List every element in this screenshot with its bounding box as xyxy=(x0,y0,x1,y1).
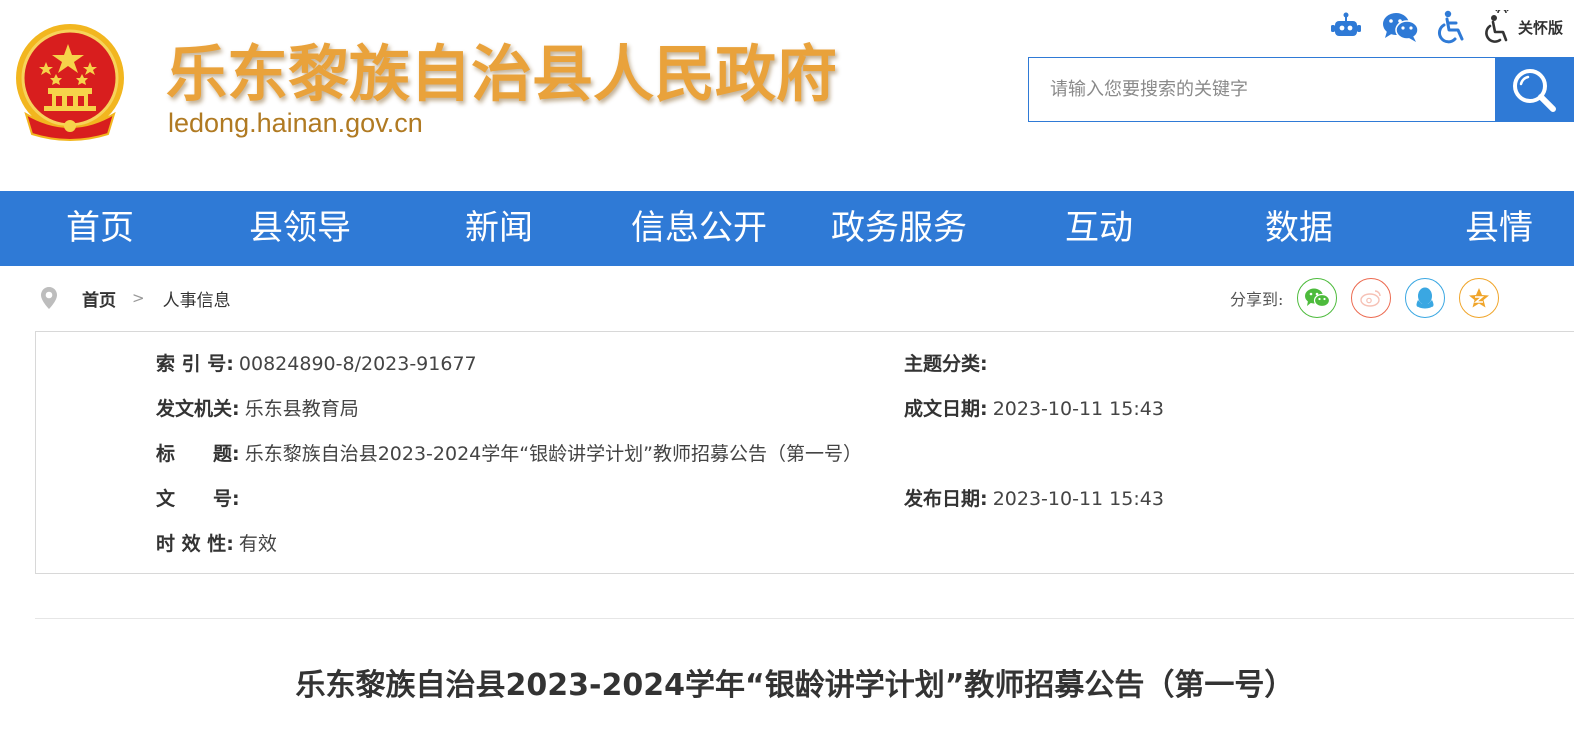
national-emblem-logo xyxy=(16,24,124,141)
info-row-issuer: 发文机关: 乐东县教育局 xyxy=(156,394,359,424)
nav-item-leaders[interactable]: 县领导 xyxy=(249,191,351,266)
share-label: 分享到: xyxy=(1230,290,1284,309)
info-row-validity: 时 效 性: 有效 xyxy=(156,529,277,559)
weibo-share-icon xyxy=(1360,290,1382,307)
issuer-label: 发文机关: xyxy=(156,398,240,420)
created-date-label: 成文日期: xyxy=(904,398,988,420)
share-weibo-button[interactable] xyxy=(1351,278,1392,318)
share-wechat-button[interactable] xyxy=(1297,278,1338,318)
share-bar: 分享到: xyxy=(1230,277,1513,319)
info-row-created: 成文日期: 2023-10-11 15:43 xyxy=(904,394,1164,424)
topic-label: 主题分类: xyxy=(904,353,988,375)
search-input[interactable] xyxy=(1029,58,1495,121)
wechat-share-icon xyxy=(1305,288,1331,308)
nav-item-services[interactable]: 政务服务 xyxy=(831,191,967,266)
search-box xyxy=(1028,57,1496,122)
created-date-value: 2023-10-11 15:43 xyxy=(992,398,1164,420)
nav-item-interaction[interactable]: 互动 xyxy=(1065,191,1133,266)
robot-icon[interactable] xyxy=(1330,10,1362,44)
breadcrumb: 首页 > 人事信息 xyxy=(38,283,231,313)
nav-item-data[interactable]: 数据 xyxy=(1265,191,1333,266)
title-value: 乐东黎族自治县2023-2024学年“银龄讲学计划”教师招募公告（第一号） xyxy=(244,443,862,465)
breadcrumb-separator: > xyxy=(132,289,145,307)
breadcrumb-current[interactable]: 人事信息 xyxy=(163,286,231,311)
main-nav: 首页 县领导 新闻 信息公开 政务服务 互动 数据 县情 xyxy=(0,191,1574,266)
info-row-published: 发布日期: 2023-10-11 15:43 xyxy=(904,484,1164,514)
share-qzone-button[interactable] xyxy=(1459,278,1500,318)
site-title: 乐东黎族自治县人民政府 xyxy=(166,39,838,110)
search-button[interactable] xyxy=(1496,57,1574,122)
index-label: 索 引 号: xyxy=(156,353,234,375)
nav-item-disclosure[interactable]: 信息公开 xyxy=(631,191,767,266)
published-date-value: 2023-10-11 15:43 xyxy=(992,488,1164,510)
validity-value: 有效 xyxy=(238,533,277,555)
published-date-label: 发布日期: xyxy=(904,488,988,510)
share-qq-button[interactable] xyxy=(1405,278,1446,318)
validity-label: 时 效 性: xyxy=(156,533,234,555)
info-row-index: 索 引 号: 00824890-8/2023-91677 xyxy=(156,349,477,379)
elder-care-button[interactable]: 关怀版 xyxy=(1484,10,1563,44)
title-label: 标 题: xyxy=(156,443,240,465)
nav-item-home[interactable]: 首页 xyxy=(66,191,134,266)
nav-item-news[interactable]: 新闻 xyxy=(465,191,533,266)
info-row-topic: 主题分类: xyxy=(904,349,988,379)
site-domain: ledong.hainan.gov.cn xyxy=(168,108,423,138)
accessibility-icon[interactable] xyxy=(1436,10,1466,44)
wechat-icon[interactable] xyxy=(1382,10,1420,44)
document-info-table: 索 引 号: 00824890-8/2023-91677 主题分类: 发文机关:… xyxy=(35,331,1574,574)
content-divider xyxy=(35,618,1574,619)
search-icon xyxy=(1513,68,1556,112)
elder-care-icon xyxy=(1485,10,1509,43)
info-row-title: 标 题: 乐东黎族自治县2023-2024学年“银龄讲学计划”教师招募公告（第一… xyxy=(156,439,862,469)
nav-item-county[interactable]: 县情 xyxy=(1465,191,1533,266)
site-header: 乐东黎族自治县人民政府 ledong.hainan.gov.cn 关怀版 请输入… xyxy=(0,0,1574,191)
elder-care-label: 关怀版 xyxy=(1518,18,1564,37)
qzone-share-icon xyxy=(1469,288,1490,308)
doc-number-label: 文 号: xyxy=(156,488,240,510)
breadcrumb-home[interactable]: 首页 xyxy=(82,286,116,311)
issuer-value: 乐东县教育局 xyxy=(244,398,359,420)
article-title: 乐东黎族自治县2023-2024学年“银龄讲学计划”教师招募公告（第一号） xyxy=(295,668,1295,703)
index-value: 00824890-8/2023-91677 xyxy=(238,353,477,375)
location-pin-icon xyxy=(41,287,57,309)
qq-share-icon xyxy=(1416,287,1434,309)
info-row-docno: 文 号: xyxy=(156,484,240,514)
